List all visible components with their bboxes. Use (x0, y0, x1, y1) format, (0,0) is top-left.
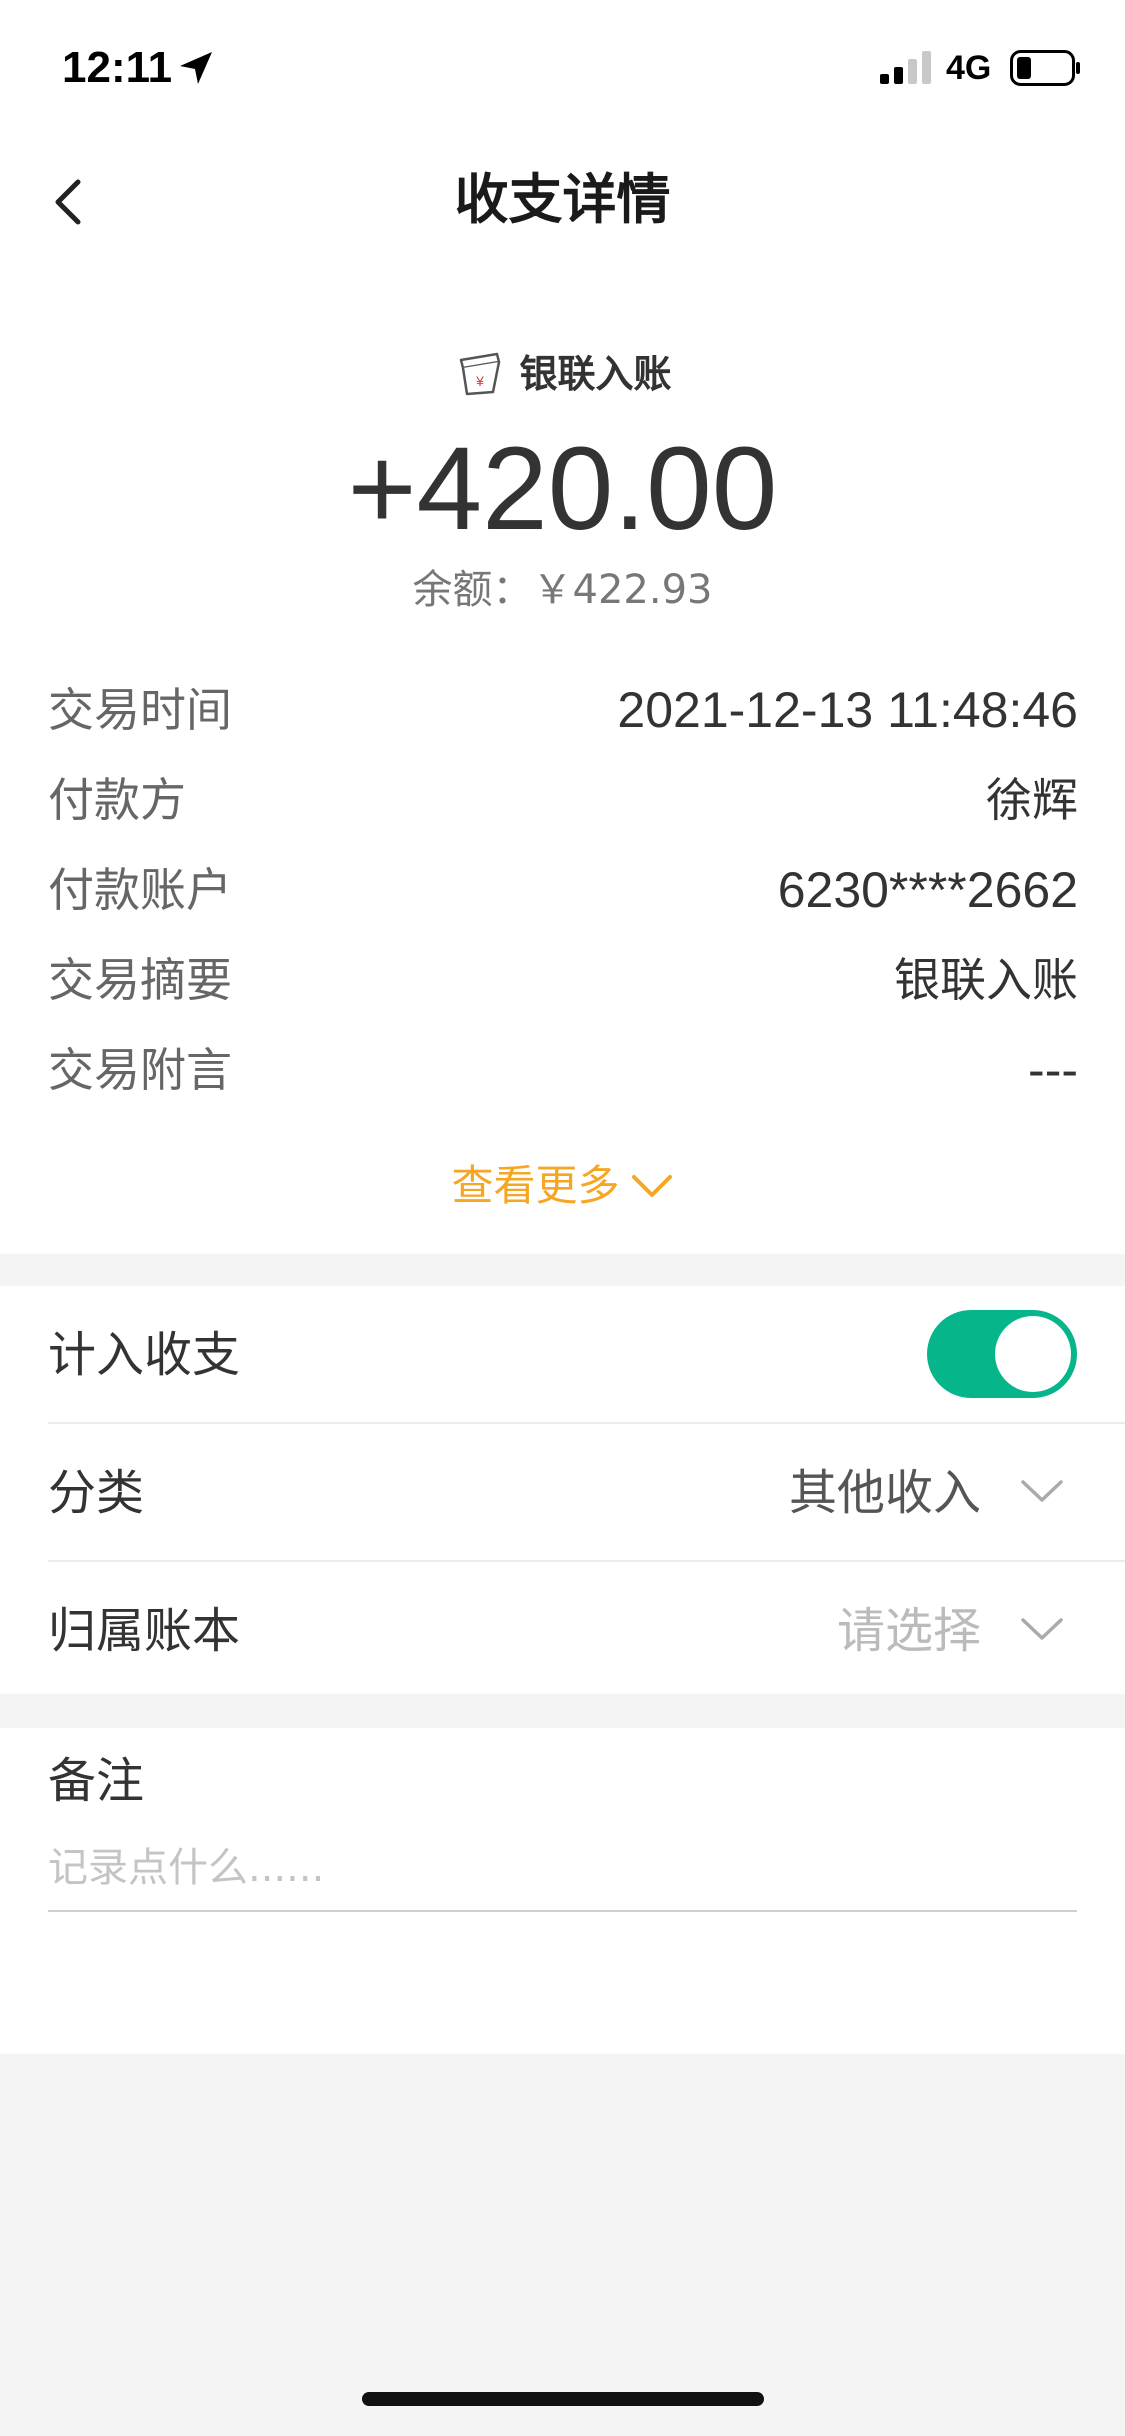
view-more-button[interactable]: 查看更多 (0, 1154, 1125, 1218)
note-card: 备注 (0, 1728, 1125, 2054)
category-label: 分类 (48, 1465, 145, 1521)
battery-icon (1010, 50, 1080, 86)
detail-label: 交易时间 (48, 683, 232, 737)
detail-list: 交易时间 2021-12-13 11:48:46 付款方 徐辉 付款账户 623… (48, 664, 1078, 1114)
transaction-detail-page: 12:11 4G 收支详情 ¥ 银联入账 +420.00 余额：￥422.93 … (0, 0, 1125, 2436)
svg-text:¥: ¥ (476, 373, 485, 389)
transaction-source: ¥ 银联入账 (0, 344, 1125, 404)
detail-value: --- (1028, 1042, 1078, 1098)
detail-row-summary: 交易摘要 银联入账 (48, 934, 1078, 1024)
chevron-down-icon (1021, 1480, 1063, 1502)
unionpay-bucket-icon: ¥ (460, 352, 501, 396)
detail-label: 交易附言 (48, 1043, 232, 1097)
category-value: 其他收入 (788, 1465, 981, 1521)
account-book-placeholder: 请选择 (836, 1603, 981, 1659)
note-input[interactable] (48, 1834, 1077, 1912)
chevron-down-icon (1021, 1618, 1063, 1640)
chevron-down-icon (631, 1175, 672, 1197)
detail-row-memo: 交易附言 --- (48, 1024, 1078, 1114)
status-bar: 12:11 4G (0, 0, 1125, 140)
account-book-label: 归属账本 (48, 1603, 241, 1659)
include-in-stats-label: 计入收支 (48, 1327, 241, 1383)
include-in-stats-toggle[interactable] (927, 1310, 1077, 1398)
detail-label: 付款方 (48, 773, 186, 827)
page-title: 收支详情 (454, 168, 671, 231)
location-arrow-icon (180, 52, 212, 84)
detail-value: 2021-12-13 11:48:46 (617, 682, 1078, 738)
transaction-amount: +420.00 (347, 423, 778, 555)
network-type: 4G (946, 49, 992, 87)
signal-icon (880, 51, 931, 84)
transaction-detail-card: ¥ 银联入账 +420.00 余额：￥422.93 交易时间 2021-12-1… (0, 264, 1125, 1254)
account-book-row[interactable]: 归属账本 请选择 (0, 1562, 1125, 1700)
detail-row-payer: 付款方 徐辉 (48, 754, 1078, 844)
toggle-knob (995, 1316, 1071, 1392)
home-indicator[interactable] (362, 2392, 764, 2406)
balance-label: 余额： (412, 567, 533, 613)
detail-row-payer-account: 付款账户 6230****2662 (48, 844, 1078, 934)
note-label: 备注 (48, 1753, 145, 1809)
view-more-label: 查看更多 (451, 1161, 620, 1210)
balance: 余额：￥422.93 (0, 560, 1125, 620)
detail-value: 徐辉 (986, 773, 1078, 827)
category-row[interactable]: 分类 其他收入 (0, 1424, 1125, 1562)
status-time: 12:11 (62, 43, 173, 92)
detail-value: 6230****2662 (777, 862, 1078, 918)
settings-card: 计入收支 分类 其他收入 归属账本 请选择 (0, 1286, 1125, 1694)
nav-bar: 收支详情 (0, 140, 1125, 264)
include-in-stats-row: 计入收支 (0, 1286, 1125, 1424)
transaction-source-label: 银联入账 (519, 352, 672, 396)
detail-label: 交易摘要 (48, 953, 232, 1007)
detail-label: 付款账户 (48, 863, 232, 917)
detail-value: 银联入账 (894, 953, 1078, 1007)
detail-row-time: 交易时间 2021-12-13 11:48:46 (48, 664, 1078, 754)
balance-value: ￥422.93 (532, 567, 713, 613)
